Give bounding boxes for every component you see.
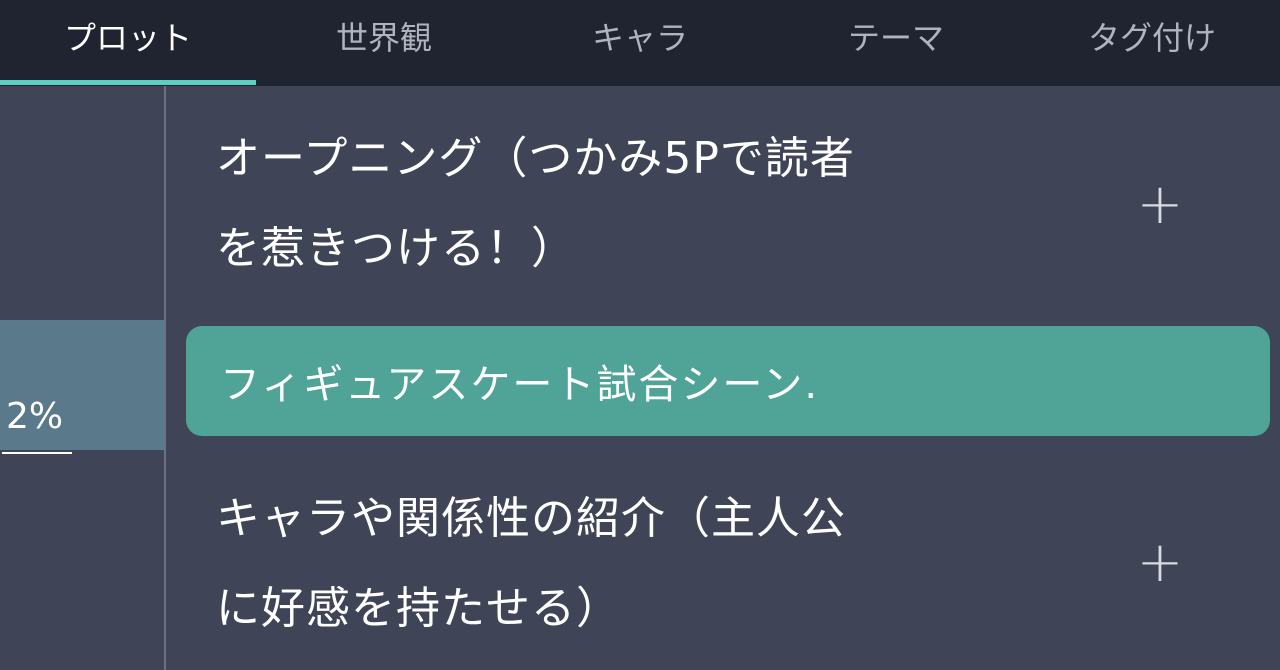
plus-icon: + [1136, 171, 1184, 237]
scene-item-character-intro[interactable]: キャラや関係性の紹介（主人公 に好感を持たせる） + [186, 474, 1270, 664]
plus-icon: + [1136, 529, 1184, 595]
progress-label: 2% [6, 396, 64, 437]
tab-characters[interactable]: キャラ [512, 0, 768, 72]
tab-plot[interactable]: プロット [0, 0, 256, 72]
add-scene-button[interactable]: + [1130, 529, 1190, 595]
progress-underline [2, 452, 72, 454]
active-tab-indicator [0, 80, 256, 85]
tab-bar: プロット 世界観 キャラ テーマ タグ付け [0, 0, 1280, 86]
scene-item-figure-skating[interactable]: フィギュアスケート試合シーン. [186, 326, 1270, 436]
tab-tagging[interactable]: タグ付け [1024, 0, 1280, 72]
scene-text-line1: オープニング（つかみ5Pで読者 [216, 133, 855, 184]
scene-text-line1: キャラや関係性の紹介（主人公 [216, 493, 846, 544]
tab-theme[interactable]: テーマ [768, 0, 1024, 72]
scene-item-opening[interactable]: オープニング（つかみ5Pで読者 を惹きつける！） + [186, 114, 1270, 304]
scene-text-line2: に好感を持たせる） [216, 583, 621, 634]
scene-text: フィギュアスケート試合シーン. [220, 362, 820, 408]
add-scene-button[interactable]: + [1130, 171, 1190, 237]
scene-text-line2: を惹きつける！） [216, 223, 576, 274]
tab-worldview[interactable]: 世界観 [256, 0, 512, 72]
progress-sidebar: 2% [0, 86, 166, 670]
